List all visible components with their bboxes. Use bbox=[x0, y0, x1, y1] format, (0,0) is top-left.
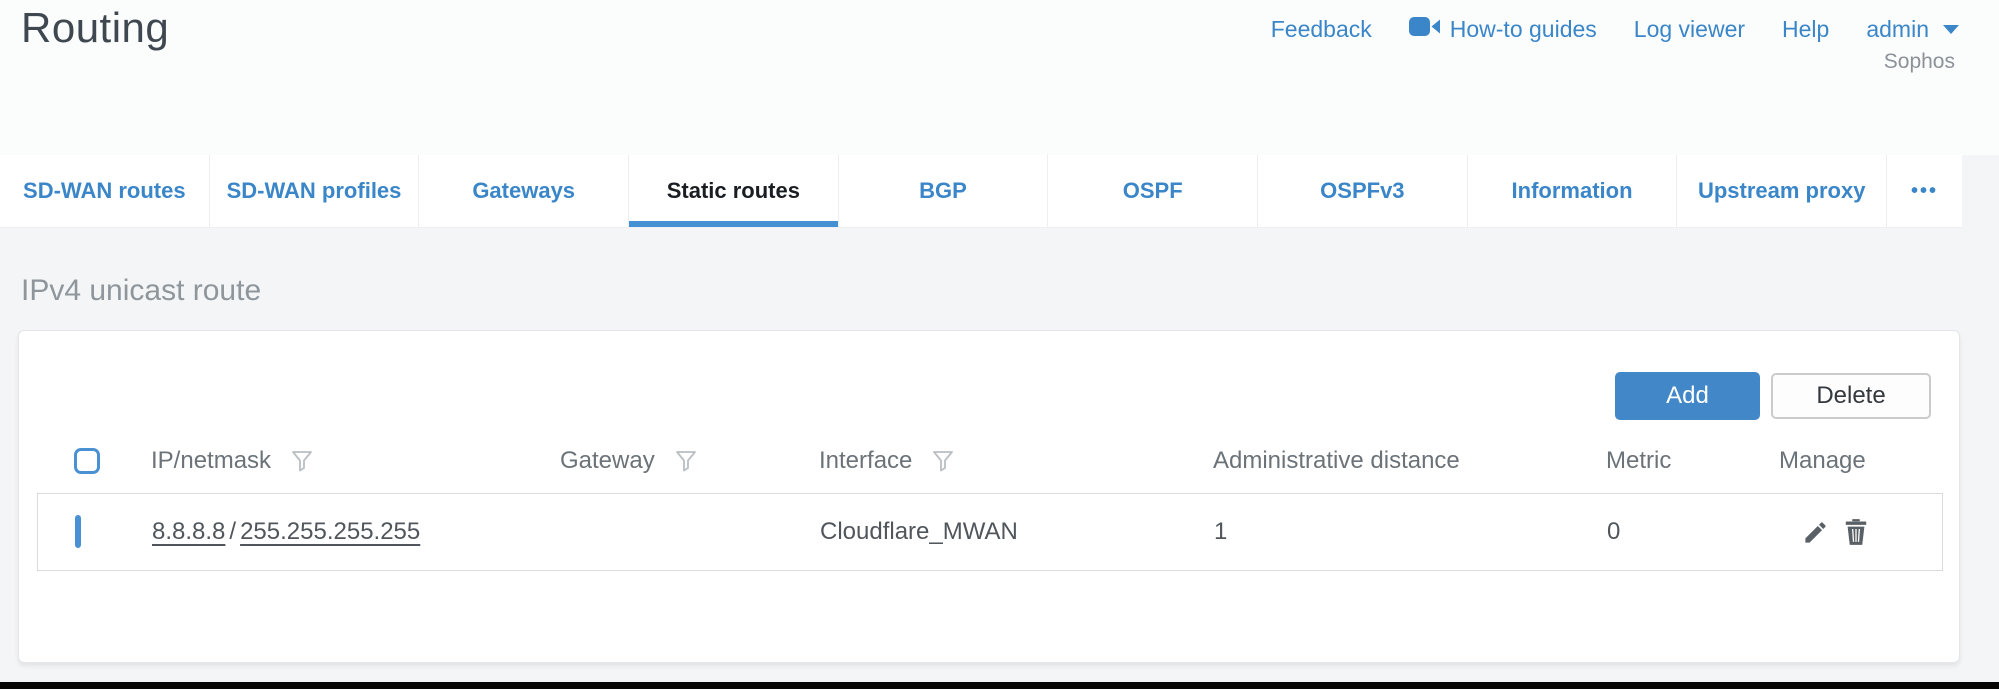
tab-overflow-menu[interactable]: ••• bbox=[1886, 155, 1962, 227]
add-button[interactable]: Add bbox=[1615, 372, 1760, 420]
route-metric: 0 bbox=[1607, 518, 1780, 546]
edit-icon[interactable] bbox=[1802, 519, 1829, 546]
page-header: Routing Feedback How-to guides Log viewe… bbox=[0, 0, 1999, 155]
row-checkbox-cell bbox=[38, 518, 152, 546]
tab-label: SD-WAN profiles bbox=[227, 178, 402, 204]
tab-sdwan-routes[interactable]: SD-WAN routes bbox=[0, 155, 209, 227]
column-admin-distance: Administrative distance bbox=[1213, 447, 1606, 475]
filter-icon[interactable] bbox=[932, 450, 954, 472]
column-label: Manage bbox=[1779, 447, 1866, 475]
log-viewer-link[interactable]: Log viewer bbox=[1634, 16, 1745, 43]
tab-label: Static routes bbox=[667, 178, 800, 204]
column-label: Administrative distance bbox=[1213, 447, 1460, 475]
column-manage: Manage bbox=[1779, 447, 1943, 475]
top-navigation: Feedback How-to guides Log viewer Help a… bbox=[1271, 16, 1959, 43]
tab-label: SD-WAN routes bbox=[23, 178, 186, 204]
feedback-label: Feedback bbox=[1271, 16, 1372, 43]
route-interface: Cloudflare_MWAN bbox=[820, 518, 1214, 546]
tab-information[interactable]: Information bbox=[1467, 155, 1677, 227]
column-metric: Metric bbox=[1606, 447, 1779, 475]
tab-label: OSPFv3 bbox=[1320, 178, 1404, 204]
chevron-down-icon bbox=[1943, 25, 1959, 34]
section-heading: IPv4 unicast route bbox=[21, 274, 261, 308]
header-checkbox-cell bbox=[37, 448, 151, 474]
trash-icon[interactable] bbox=[1843, 518, 1869, 546]
table-header: IP/netmask Gateway Interface Administrat… bbox=[37, 439, 1943, 483]
route-separator: / bbox=[225, 518, 240, 545]
filter-icon[interactable] bbox=[291, 450, 313, 472]
feedback-link[interactable]: Feedback bbox=[1271, 16, 1372, 43]
help-label: Help bbox=[1782, 16, 1829, 43]
tab-upstream-proxy[interactable]: Upstream proxy bbox=[1676, 155, 1886, 227]
column-ip-netmask: IP/netmask bbox=[151, 447, 560, 475]
tab-static-routes[interactable]: Static routes bbox=[628, 155, 838, 227]
brand-label: Sophos bbox=[1884, 50, 1955, 74]
tab-ospf[interactable]: OSPF bbox=[1047, 155, 1257, 227]
ellipsis-icon: ••• bbox=[1911, 180, 1938, 203]
ipv4-route-card: Add Delete IP/netmask Gateway Interface bbox=[18, 330, 1960, 663]
active-tab-underline bbox=[629, 221, 838, 227]
delete-button[interactable]: Delete bbox=[1771, 373, 1931, 419]
window-bottom-edge bbox=[0, 682, 1999, 689]
column-label: Metric bbox=[1606, 447, 1671, 475]
select-all-checkbox[interactable] bbox=[74, 448, 100, 474]
tab-label: Upstream proxy bbox=[1698, 178, 1866, 204]
video-icon bbox=[1409, 16, 1440, 43]
column-interface: Interface bbox=[819, 447, 1213, 475]
route-netmask: 255.255.255.255 bbox=[240, 518, 420, 545]
tab-label: BGP bbox=[919, 178, 967, 204]
route-ip: 8.8.8.8 bbox=[152, 518, 225, 545]
tab-sdwan-profiles[interactable]: SD-WAN profiles bbox=[209, 155, 419, 227]
route-manage-cell bbox=[1780, 518, 1944, 546]
help-link[interactable]: Help bbox=[1782, 16, 1829, 43]
routing-page: Routing Feedback How-to guides Log viewe… bbox=[0, 0, 1999, 689]
table-row: 8.8.8.8/255.255.255.255 Cloudflare_MWAN … bbox=[37, 493, 1943, 571]
page-title: Routing bbox=[21, 4, 169, 52]
tab-gateways[interactable]: Gateways bbox=[418, 155, 628, 227]
admin-label: admin bbox=[1866, 16, 1929, 43]
column-label: Interface bbox=[819, 447, 912, 475]
filter-icon[interactable] bbox=[675, 450, 697, 472]
column-label: Gateway bbox=[560, 447, 655, 475]
column-gateway: Gateway bbox=[560, 447, 819, 475]
how-to-guides-link[interactable]: How-to guides bbox=[1409, 16, 1597, 43]
how-to-guides-label: How-to guides bbox=[1450, 16, 1597, 43]
column-label: IP/netmask bbox=[151, 447, 271, 475]
route-ip-netmask-link[interactable]: 8.8.8.8/255.255.255.255 bbox=[152, 518, 561, 546]
row-checkbox[interactable] bbox=[75, 515, 81, 548]
tab-label: OSPF bbox=[1123, 178, 1183, 204]
route-admin-distance: 1 bbox=[1214, 518, 1607, 546]
tab-label: Gateways bbox=[472, 178, 575, 204]
log-viewer-label: Log viewer bbox=[1634, 16, 1745, 43]
routing-tabbar: SD-WAN routes SD-WAN profiles Gateways S… bbox=[0, 155, 1962, 228]
admin-menu[interactable]: admin bbox=[1866, 16, 1959, 43]
tab-ospfv3[interactable]: OSPFv3 bbox=[1257, 155, 1467, 227]
tab-label: Information bbox=[1512, 178, 1633, 204]
tab-bgp[interactable]: BGP bbox=[838, 155, 1048, 227]
